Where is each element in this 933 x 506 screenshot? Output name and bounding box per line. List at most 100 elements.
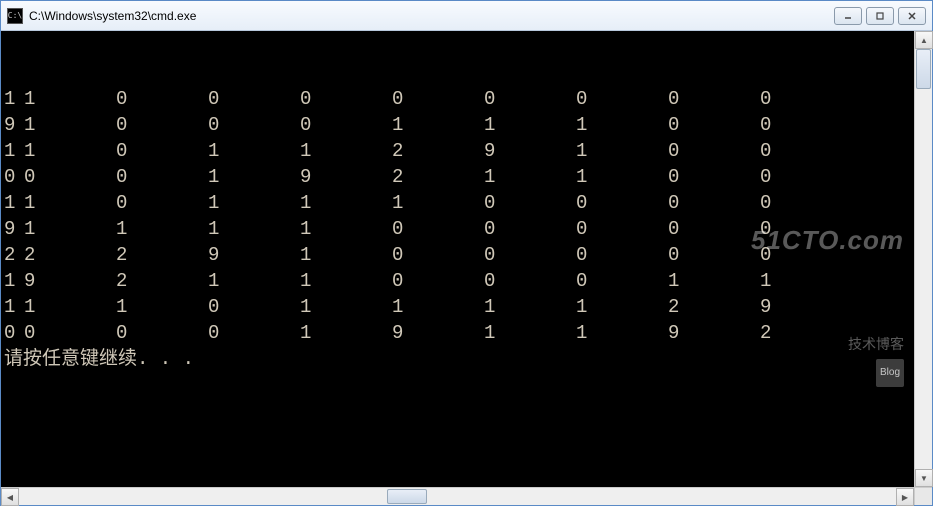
output-cell: 0 (208, 86, 300, 112)
output-cell: 1 (300, 190, 392, 216)
output-cell: 0 (576, 268, 668, 294)
output-cell: 0 (760, 112, 852, 138)
hscroll-track[interactable] (19, 488, 896, 505)
hscroll-thumb[interactable] (387, 489, 427, 504)
output-cell: 1 (4, 138, 24, 164)
output-cell: 1 (208, 164, 300, 190)
output-cell: 1 (24, 190, 116, 216)
vertical-scrollbar[interactable]: ▲ ▼ (914, 31, 932, 487)
output-cell: 0 (116, 112, 208, 138)
output-cell: 1 (300, 268, 392, 294)
window-controls (834, 7, 926, 25)
output-cell: 1 (392, 190, 484, 216)
output-cell: 1 (208, 216, 300, 242)
output-cell: 0 (576, 242, 668, 268)
output-cell: 0 (668, 112, 760, 138)
output-cell: 0 (116, 190, 208, 216)
output-cell: 1 (576, 112, 668, 138)
output-cell: 0 (760, 138, 852, 164)
output-cell: 1 (208, 268, 300, 294)
output-cell: 0 (392, 216, 484, 242)
output-cell: 1 (116, 294, 208, 320)
scroll-down-icon[interactable]: ▼ (915, 469, 933, 487)
output-cell: 1 (760, 268, 852, 294)
output-row: 1101129100 (4, 138, 914, 164)
minimize-button[interactable] (834, 7, 862, 25)
output-cell: 1 (484, 164, 576, 190)
output-cell: 0 (668, 164, 760, 190)
scroll-up-icon[interactable]: ▲ (915, 31, 933, 49)
output-row: 0001921100 (4, 164, 914, 190)
app-icon: C:\ (7, 8, 23, 24)
output-cell: 1 (4, 294, 24, 320)
output-row: 1100000000 (4, 86, 914, 112)
output-cell: 1 (4, 268, 24, 294)
scroll-right-icon[interactable]: ▶ (896, 488, 914, 506)
output-cell: 0 (208, 320, 300, 346)
output-cell: 1 (576, 138, 668, 164)
output-cell: 9 (392, 320, 484, 346)
output-cell: 1 (4, 86, 24, 112)
output-row: 1921100011 (4, 268, 914, 294)
output-cell: 1 (484, 112, 576, 138)
output-cell: 0 (116, 138, 208, 164)
output-cell: 0 (484, 268, 576, 294)
output-row: 1110111129 (4, 294, 914, 320)
output-cell: 0 (484, 86, 576, 112)
console-output: 1100000000910001110011011291000001921100… (1, 31, 914, 487)
output-cell: 9 (668, 320, 760, 346)
output-cell: 1 (392, 294, 484, 320)
output-cell: 1 (24, 216, 116, 242)
output-cell: 2 (760, 320, 852, 346)
output-cell: 2 (4, 242, 24, 268)
close-button[interactable] (898, 7, 926, 25)
vscroll-thumb[interactable] (916, 49, 931, 89)
titlebar: C:\ C:\Windows\system32\cmd.exe (1, 1, 932, 31)
output-cell: 1 (24, 86, 116, 112)
output-cell: 9 (24, 268, 116, 294)
output-cell: 9 (208, 242, 300, 268)
output-cell: 0 (208, 112, 300, 138)
scroll-left-icon[interactable]: ◀ (1, 488, 19, 506)
output-cell: 0 (576, 190, 668, 216)
horizontal-scrollbar[interactable]: ◀ ▶ (1, 487, 932, 505)
output-cell: 0 (116, 164, 208, 190)
output-cell: 2 (668, 294, 760, 320)
output-cell: 1 (392, 112, 484, 138)
output-cell: 0 (116, 86, 208, 112)
output-cell: 1 (208, 190, 300, 216)
continue-prompt: 请按任意键继续. . . (4, 346, 914, 372)
output-cell: 0 (760, 86, 852, 112)
output-cell: 1 (300, 216, 392, 242)
output-cell: 1 (24, 138, 116, 164)
output-cell: 0 (760, 242, 852, 268)
scroll-corner (914, 488, 932, 505)
maximize-button[interactable] (866, 7, 894, 25)
output-cell: 0 (4, 320, 24, 346)
output-cell: 1 (24, 112, 116, 138)
output-cell: 1 (576, 164, 668, 190)
output-cell: 0 (116, 320, 208, 346)
output-cell: 0 (760, 216, 852, 242)
output-row: 2229100000 (4, 242, 914, 268)
output-cell: 0 (392, 242, 484, 268)
output-row: 9100011100 (4, 112, 914, 138)
output-cell: 0 (24, 164, 116, 190)
output-cell: 2 (392, 138, 484, 164)
output-cell: 0 (576, 216, 668, 242)
output-cell: 2 (392, 164, 484, 190)
output-cell: 2 (24, 242, 116, 268)
output-cell: 0 (392, 268, 484, 294)
output-row: 1101110000 (4, 190, 914, 216)
client-area: 1100000000910001110011011291000001921100… (1, 31, 932, 487)
cmd-window: C:\ C:\Windows\system32\cmd.exe 11000000… (0, 0, 933, 506)
output-cell: 0 (668, 242, 760, 268)
output-cell: 0 (4, 164, 24, 190)
vscroll-track[interactable] (915, 49, 932, 469)
output-cell: 1 (576, 294, 668, 320)
output-cell: 1 (668, 268, 760, 294)
output-cell: 9 (300, 164, 392, 190)
output-cell: 9 (4, 216, 24, 242)
output-cell: 9 (760, 294, 852, 320)
output-cell: 1 (300, 320, 392, 346)
